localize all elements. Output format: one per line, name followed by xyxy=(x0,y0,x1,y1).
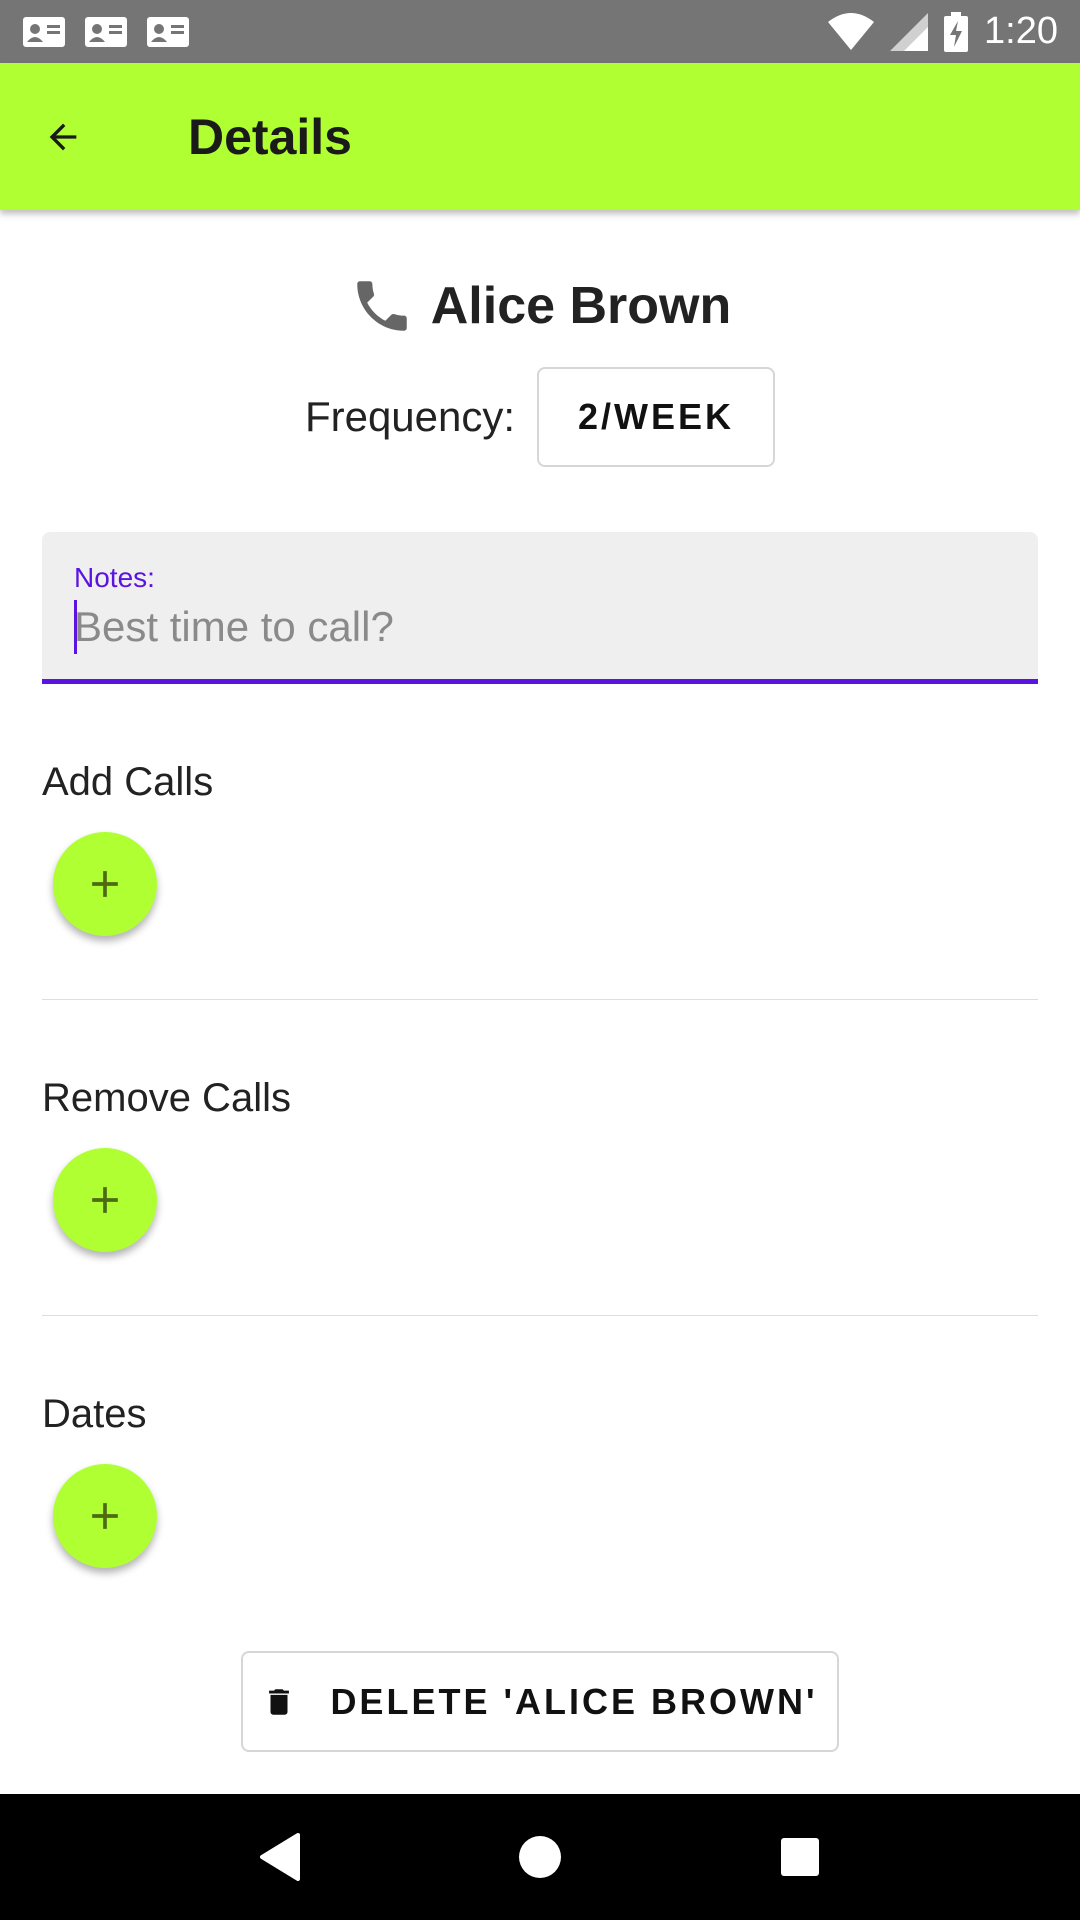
contact-name: Alice Brown xyxy=(430,277,732,335)
contact-card-icon xyxy=(85,16,127,47)
frequency-label: Frequency: xyxy=(304,393,516,440)
plus-icon xyxy=(92,1503,118,1529)
notes-placeholder: Best time to call? xyxy=(74,603,394,650)
delete-contact-button[interactable]: DELETE 'ALICE BROWN' xyxy=(241,1651,839,1752)
plus-icon xyxy=(92,1187,118,1213)
add-calls-label: Add Calls xyxy=(42,760,214,804)
contact-header: Alice Brown xyxy=(0,268,1080,344)
contact-card-icon xyxy=(147,16,189,47)
divider xyxy=(42,999,1038,1000)
battery-charging-icon xyxy=(944,11,969,52)
dates-label: Dates xyxy=(42,1392,147,1436)
app-bar: Details xyxy=(0,63,1080,210)
contact-card-icon xyxy=(23,16,65,47)
notes-field[interactable]: Notes: Best time to call? xyxy=(42,532,1038,684)
frequency-row: Frequency: 2/WEEK xyxy=(0,367,1080,467)
trash-icon xyxy=(269,1688,290,1715)
arrow-back-icon xyxy=(49,123,77,150)
status-time: 1:20 xyxy=(984,10,1058,52)
back-triangle-icon xyxy=(260,1833,300,1881)
home-circle-icon xyxy=(519,1836,561,1878)
phone-icon xyxy=(357,281,407,331)
navigation-bar xyxy=(0,1794,1080,1920)
plus-icon xyxy=(92,871,118,897)
add-date-button[interactable] xyxy=(53,1464,157,1568)
wifi-icon xyxy=(828,12,875,50)
notification-icons xyxy=(22,16,190,48)
system-icons: 1:20 xyxy=(828,10,1058,53)
notes-label: Notes: xyxy=(74,562,155,593)
nav-back-button[interactable] xyxy=(240,1817,320,1897)
frequency-button[interactable]: 2/WEEK xyxy=(537,367,776,467)
remove-calls-label: Remove Calls xyxy=(42,1076,291,1120)
add-calls-button[interactable] xyxy=(53,832,157,936)
nav-recents-button[interactable] xyxy=(760,1817,840,1897)
remove-calls-button[interactable] xyxy=(53,1148,157,1252)
back-button[interactable] xyxy=(0,74,126,200)
status-bar: 1:20 xyxy=(0,0,1080,63)
signal-icon xyxy=(890,12,929,51)
nav-home-button[interactable] xyxy=(500,1817,580,1897)
delete-button-label: DELETE 'ALICE BROWN' xyxy=(330,1680,818,1722)
recents-square-icon xyxy=(781,1838,819,1876)
page-title: Details xyxy=(188,108,352,165)
notes-input[interactable]: Best time to call? xyxy=(74,600,1038,654)
divider xyxy=(42,1315,1038,1316)
